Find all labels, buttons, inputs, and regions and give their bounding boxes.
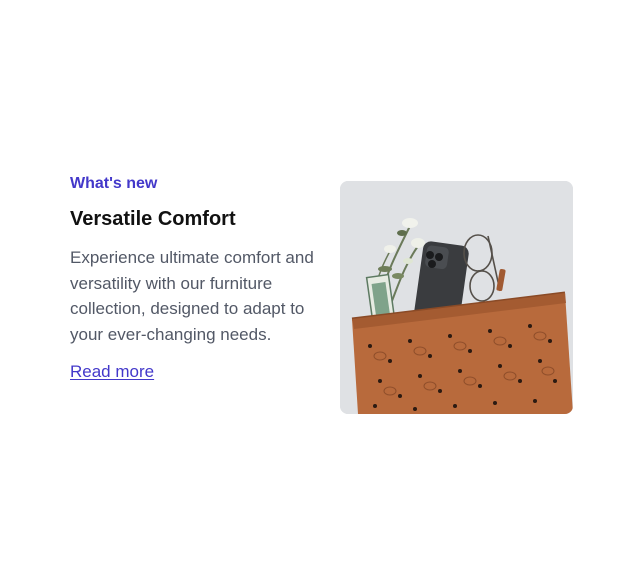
feature-card: What's new Versatile Comfort Experience … <box>70 172 573 414</box>
feature-image <box>340 181 573 414</box>
card-title: Versatile Comfort <box>70 208 236 230</box>
eyebrow-label: What's new <box>70 175 158 192</box>
card-description: Experience ultimate comfort and versatil… <box>70 248 314 344</box>
read-more-link[interactable]: Read more <box>70 362 154 382</box>
